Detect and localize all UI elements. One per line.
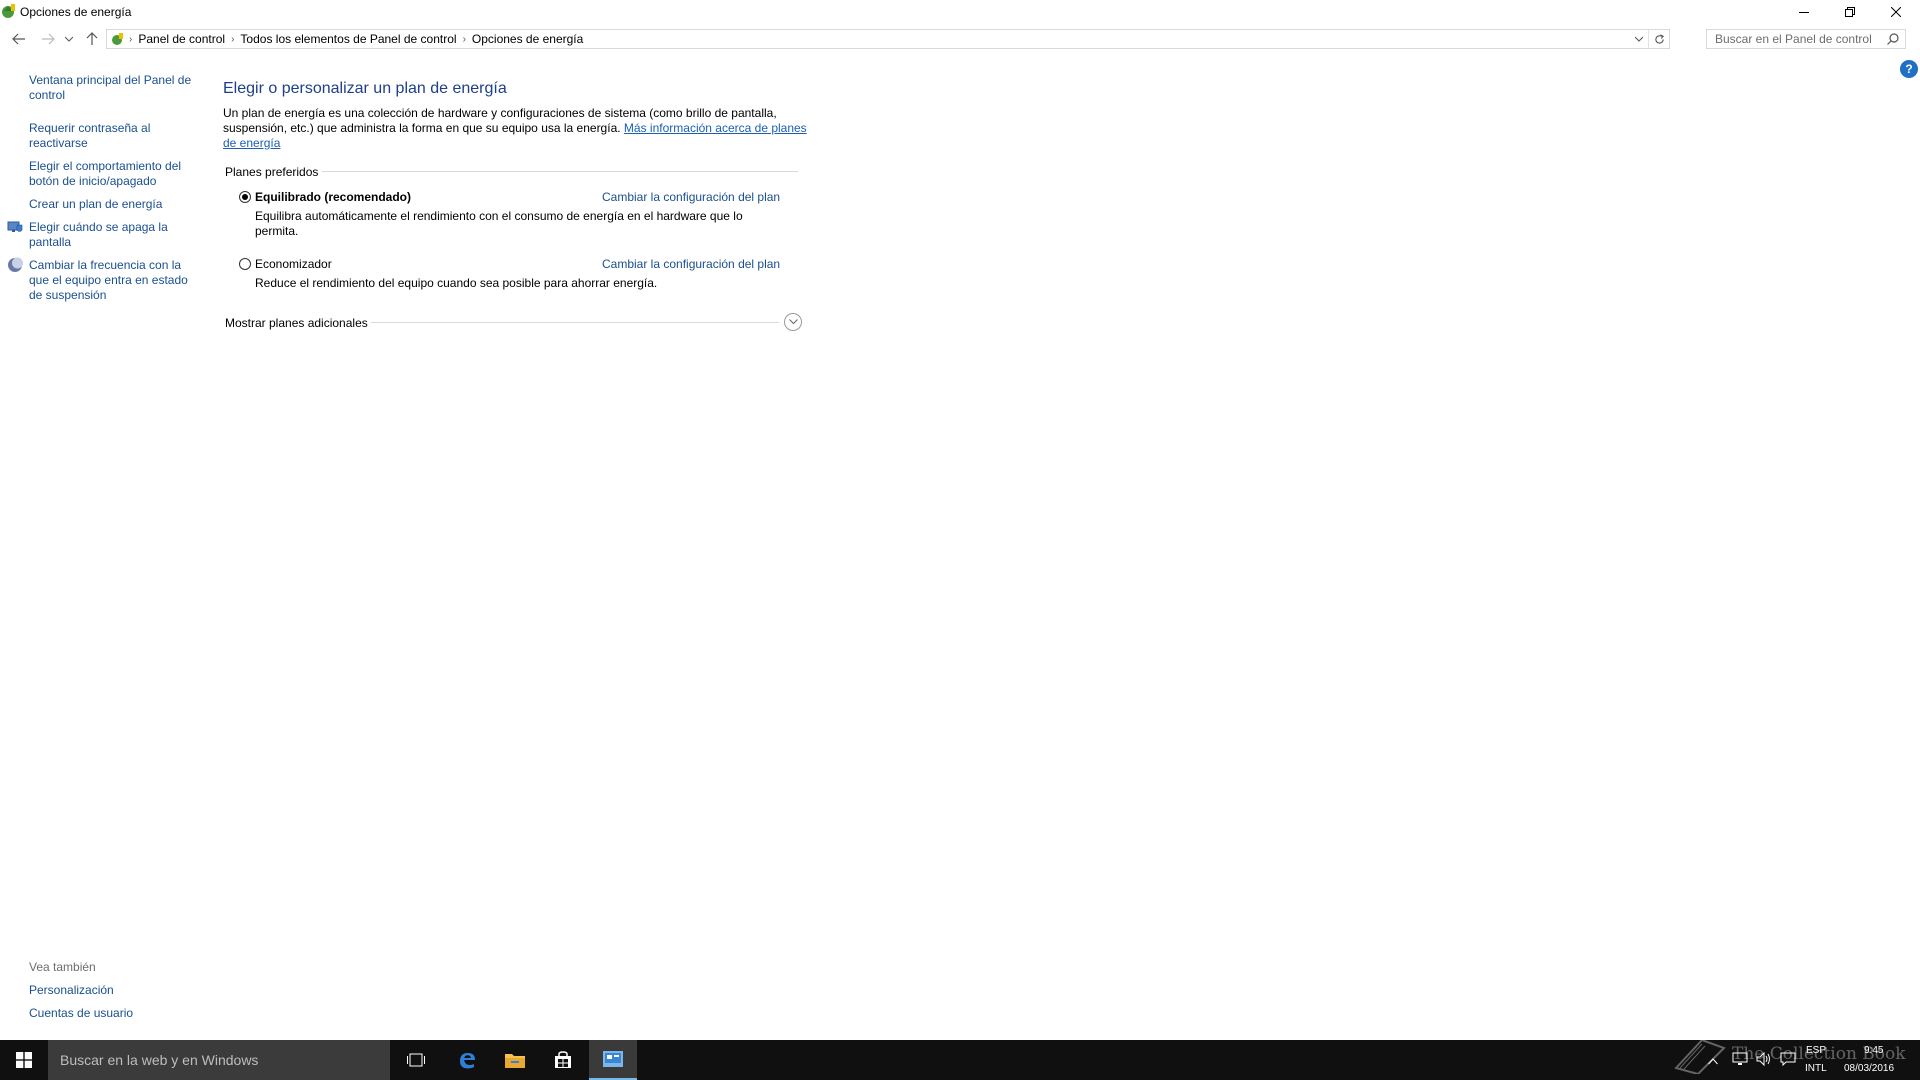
search-icon[interactable] xyxy=(1887,33,1899,48)
left-link-display-off[interactable]: Elegir cuándo se apaga la pantalla xyxy=(29,220,194,250)
address-dropdown-icon[interactable] xyxy=(1630,36,1648,42)
minimize-icon[interactable] xyxy=(1781,0,1827,24)
help-icon[interactable]: ? xyxy=(1900,60,1918,78)
task-view-icon[interactable] xyxy=(392,1040,440,1080)
left-link-require-password[interactable]: Requerir contraseña al reactivarse xyxy=(29,121,194,151)
see-also-user-accounts[interactable]: Cuentas de usuario xyxy=(29,1006,194,1021)
additional-plans-label[interactable]: Mostrar planes adicionales xyxy=(225,316,368,330)
breadcrumb-all-items[interactable]: Todos los elementos de Panel de control xyxy=(236,32,460,46)
plan-name-power-saver[interactable]: Economizador xyxy=(255,257,332,271)
breadcrumb-chevron-icon[interactable]: › xyxy=(461,34,468,45)
control-panel-icon xyxy=(109,31,127,47)
taskbar-search-placeholder[interactable]: Buscar en la web y en Windows xyxy=(60,1052,258,1068)
see-also-heading: Vea también xyxy=(29,960,96,974)
plan-settings-link-power-saver[interactable]: Cambiar la configuración del plan xyxy=(602,257,780,271)
forward-arrow-icon[interactable] xyxy=(37,26,59,52)
left-link-create-plan[interactable]: Crear un plan de energía xyxy=(29,197,194,212)
moon-icon xyxy=(7,257,23,273)
search-box[interactable] xyxy=(1706,29,1906,49)
window-title: Opciones de energía xyxy=(20,5,132,19)
back-arrow-icon[interactable] xyxy=(8,26,30,52)
group-divider xyxy=(322,171,798,172)
monitor-shield-icon xyxy=(7,219,23,235)
windows-start-icon[interactable] xyxy=(0,1040,48,1080)
see-also-personalization[interactable]: Personalización xyxy=(29,983,194,998)
taskbar: Buscar en la web y en Windows ESP INTL 9… xyxy=(0,1040,1920,1080)
control-panel-icon[interactable] xyxy=(589,1040,637,1080)
plan-radio-balanced[interactable] xyxy=(239,191,251,203)
left-link-sleep-frequency[interactable]: Cambiar la frecuencia con la que el equi… xyxy=(29,258,194,303)
expand-chevron-icon[interactable] xyxy=(784,313,802,331)
page-title: Elegir o personalizar un plan de energía xyxy=(223,80,507,97)
watermark-text: The Collection Book xyxy=(1732,1044,1906,1064)
store-icon[interactable] xyxy=(539,1040,587,1080)
watermark: The Collection Book xyxy=(1668,1036,1906,1077)
intro-text: Un plan de energía es una colección de h… xyxy=(223,106,813,151)
edge-icon[interactable] xyxy=(443,1040,491,1080)
left-link-power-button-behavior[interactable]: Elegir el comportamiento del botón de in… xyxy=(29,159,194,189)
taskbar-search-box[interactable]: Buscar en la web y en Windows xyxy=(48,1040,390,1080)
power-options-icon xyxy=(0,2,18,20)
navigation-bar: › Panel de control › Todos los elementos… xyxy=(0,26,1920,52)
breadcrumb-power-options[interactable]: Opciones de energía xyxy=(468,32,587,46)
address-bar[interactable]: › Panel de control › Todos los elementos… xyxy=(106,29,1670,49)
preferred-plans-header: Planes preferidos xyxy=(225,165,319,179)
group-divider xyxy=(371,322,779,323)
refresh-icon[interactable] xyxy=(1648,30,1669,48)
plan-name-balanced[interactable]: Equilibrado (recomendado) xyxy=(255,190,411,204)
restore-icon[interactable] xyxy=(1827,0,1873,24)
plan-description-balanced: Equilibra automáticamente el rendimiento… xyxy=(255,209,743,238)
up-arrow-icon[interactable] xyxy=(81,26,103,52)
search-input[interactable] xyxy=(1707,30,1887,48)
close-icon[interactable] xyxy=(1873,0,1919,24)
breadcrumb-chevron-icon[interactable]: › xyxy=(229,34,236,45)
plan-radio-power-saver[interactable] xyxy=(239,258,251,270)
plan-description-power-saver: Reduce el rendimiento del equipo cuando … xyxy=(255,276,658,290)
recent-locations-chevron-icon[interactable] xyxy=(61,26,77,52)
book-watermark-icon xyxy=(1672,1038,1728,1077)
breadcrumb-control-panel[interactable]: Panel de control xyxy=(134,32,229,46)
left-link-control-panel-home[interactable]: Ventana principal del Panel de control xyxy=(29,73,194,103)
breadcrumb-chevron-icon: › xyxy=(129,33,133,45)
file-explorer-icon[interactable] xyxy=(491,1040,539,1080)
title-bar: Opciones de energía xyxy=(0,0,1920,24)
plan-settings-link-balanced[interactable]: Cambiar la configuración del plan xyxy=(602,190,780,204)
